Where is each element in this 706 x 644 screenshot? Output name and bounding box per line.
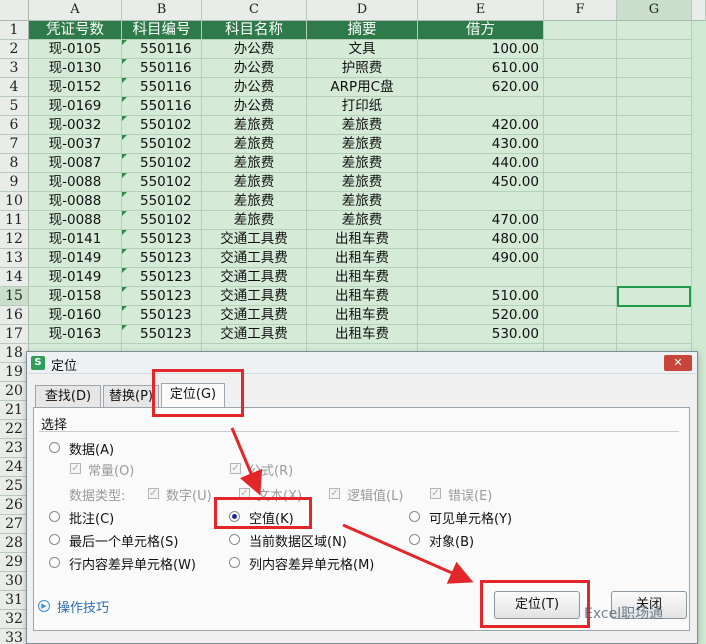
annotation-arrows — [230, 427, 474, 584]
watermark: Excel职场通 — [584, 606, 664, 622]
arrow-to-goto-button — [342, 523, 474, 584]
arrow-to-blank — [230, 427, 263, 496]
